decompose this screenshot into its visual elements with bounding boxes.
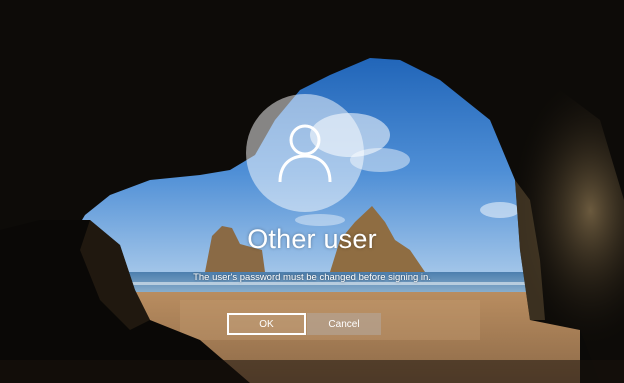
user-icon — [278, 124, 332, 183]
password-change-message: The user's password must be changed befo… — [193, 272, 431, 283]
cancel-button[interactable]: Cancel — [307, 313, 381, 335]
ok-button[interactable]: OK — [227, 313, 306, 335]
user-avatar — [246, 94, 364, 212]
user-name: Other user — [247, 224, 377, 254]
